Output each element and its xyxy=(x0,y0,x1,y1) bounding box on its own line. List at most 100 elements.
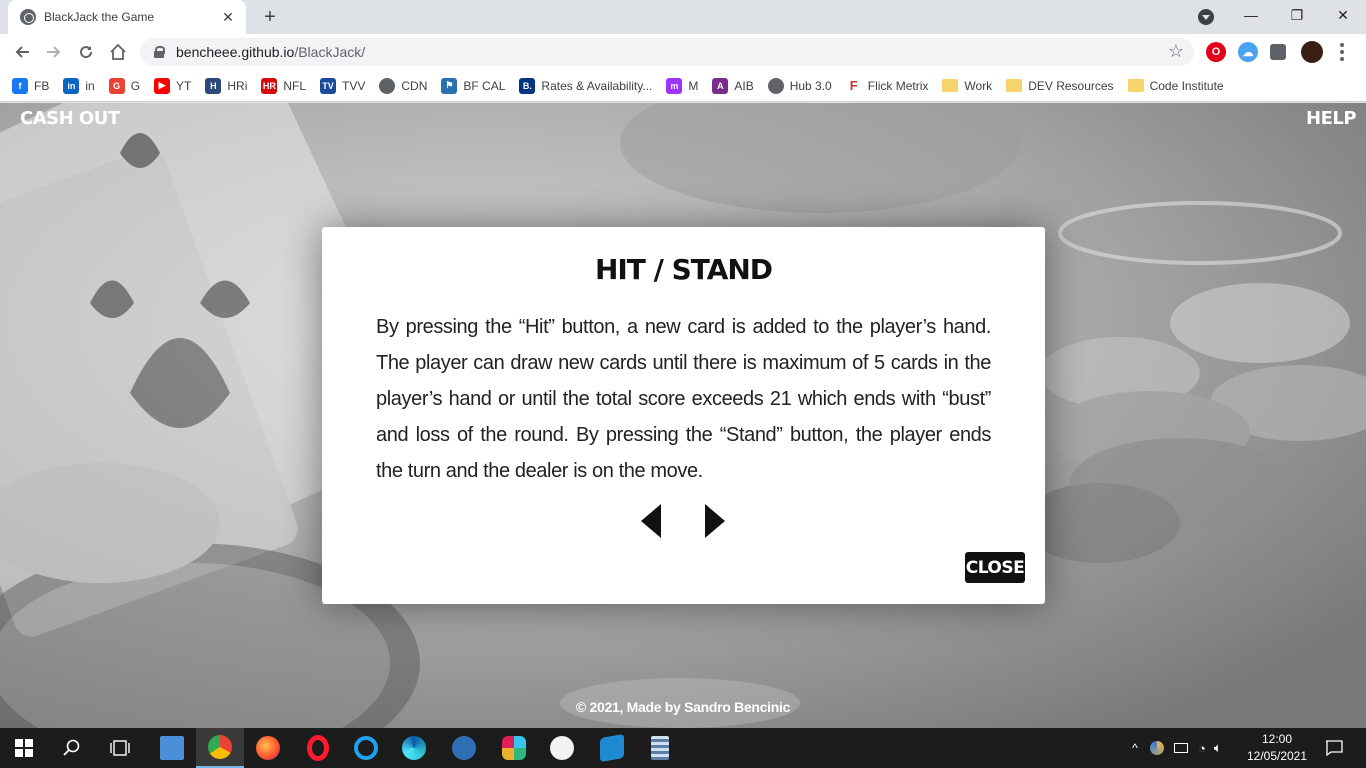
url-path: /BlackJack/ xyxy=(294,44,366,60)
tab-close-icon[interactable]: ✕ xyxy=(220,9,236,26)
taskbar-app-calculator[interactable] xyxy=(636,728,684,768)
slack-icon xyxy=(502,736,526,760)
bookmark-item[interactable]: mM xyxy=(666,77,698,94)
taskbar-app-vscode[interactable] xyxy=(588,728,636,768)
wifi-icon[interactable]: ◔ xyxy=(1198,741,1206,756)
bookmark-label: HRi xyxy=(227,78,248,93)
system-tray: ^ ◔ 🔈︎ xyxy=(1126,728,1222,768)
bookmark-label: Work xyxy=(964,78,993,93)
bookmark-label: BF CAL xyxy=(463,78,506,93)
footer-credit: © 2021, Made by Sandro Bencinic xyxy=(575,699,791,715)
bookmark-item[interactable]: Hub 3.0 xyxy=(767,77,832,94)
taskbar-search-button[interactable] xyxy=(48,728,96,768)
taskbar-app-slack[interactable] xyxy=(490,728,538,768)
lock-icon xyxy=(154,46,165,58)
bookmark-label: YT xyxy=(176,78,192,93)
url-host: bencheee.github.io xyxy=(176,44,295,60)
file-explorer-icon xyxy=(160,736,184,760)
opera-extension-icon[interactable]: O xyxy=(1206,42,1226,62)
taskbar-app-chrome[interactable] xyxy=(196,728,244,768)
address-bar[interactable]: bencheee.github.io /BlackJack/ ☆ xyxy=(140,38,1194,66)
tab-strip: BlackJack the Game ✕ + — ❐ ✕ xyxy=(0,0,1366,34)
modal-close-button[interactable]: CLOSE xyxy=(965,552,1025,583)
bookmark-label: Hub 3.0 xyxy=(789,78,832,93)
bookmark-item[interactable]: TV TVV xyxy=(320,77,365,94)
taskbar-app-opera[interactable] xyxy=(294,728,342,768)
opera-icon xyxy=(307,735,329,761)
forward-button[interactable] xyxy=(42,40,66,64)
tab-search-icon[interactable] xyxy=(1198,9,1214,25)
bookmark-star-icon[interactable]: ☆ xyxy=(1168,41,1184,62)
windows-taskbar: ^ ◔ 🔈︎ 12:00 12/05/2021 xyxy=(0,728,1366,768)
back-arrow-icon xyxy=(15,46,29,58)
taskbar-app-firefox[interactable] xyxy=(244,728,292,768)
bookmark-item[interactable]: A AIB xyxy=(712,77,754,94)
modal-body-text: By pressing the “Hit” button, a new card… xyxy=(376,316,991,482)
start-button[interactable] xyxy=(0,728,48,768)
bookmark-item[interactable]: B. Rates & Availability... xyxy=(519,77,652,94)
modal-title: HIT / STAND xyxy=(594,253,773,286)
task-view-button[interactable] xyxy=(96,728,144,768)
hri-icon: H xyxy=(205,77,222,94)
tab-title: BlackJack the Game xyxy=(44,10,155,24)
globe-icon xyxy=(379,77,396,94)
bookmark-item[interactable]: F Flick Metrix xyxy=(845,77,929,94)
cloud-extension-icon[interactable]: ☁ xyxy=(1238,42,1258,62)
next-page-arrow-icon[interactable] xyxy=(703,502,727,540)
nfl-icon: HR xyxy=(261,77,278,94)
cash-out-link[interactable]: CASH OUT xyxy=(20,108,120,129)
home-icon xyxy=(110,43,126,60)
clock-date: 12/05/2021 xyxy=(1246,749,1308,763)
taskbar-app-explorer[interactable] xyxy=(148,728,196,768)
smiley-icon xyxy=(550,736,574,760)
bookmark-item[interactable]: CDN xyxy=(379,77,428,94)
bookmark-item[interactable]: Code Institute xyxy=(1127,78,1224,93)
bookmark-label: AIB xyxy=(734,78,754,93)
taskbar-app-ie[interactable] xyxy=(342,728,390,768)
back-button[interactable] xyxy=(10,40,34,64)
browser-tab[interactable]: BlackJack the Game ✕ xyxy=(8,0,246,34)
new-tab-button[interactable]: + xyxy=(258,6,282,28)
bookmark-item[interactable]: ⚑ BF CAL xyxy=(441,77,506,94)
previous-page-arrow-icon[interactable] xyxy=(639,502,663,540)
notifications-button[interactable] xyxy=(1310,728,1358,768)
bookmark-label: CDN xyxy=(401,78,428,93)
help-link[interactable]: HELP xyxy=(1306,108,1357,129)
taskbar-app-pinned[interactable] xyxy=(440,728,488,768)
taskbar-app-edge[interactable] xyxy=(390,728,438,768)
bookmark-item[interactable]: HR NFL xyxy=(261,77,306,94)
bookmark-item[interactable]: f FB xyxy=(12,77,49,94)
home-button[interactable] xyxy=(106,40,130,64)
bookmark-item[interactable]: Work xyxy=(942,79,992,93)
tvv-icon: TV xyxy=(320,77,337,94)
battery-icon[interactable] xyxy=(1174,743,1188,753)
bookmark-label: G xyxy=(130,78,141,93)
aib-icon: A xyxy=(712,77,729,94)
bookmark-label: Code Institute xyxy=(1149,78,1224,93)
taskbar-app-smiley[interactable] xyxy=(538,728,586,768)
internet-explorer-icon xyxy=(354,736,378,760)
chrome-icon xyxy=(208,735,232,759)
browser-menu-icon[interactable] xyxy=(1336,40,1348,64)
youtube-icon: ▶ xyxy=(154,77,171,94)
task-view-icon xyxy=(110,740,130,756)
messenger-icon: m xyxy=(666,77,683,94)
bookmark-item[interactable]: H HRi xyxy=(205,77,248,94)
reload-icon xyxy=(80,46,93,59)
close-window-button[interactable]: ✕ xyxy=(1320,0,1366,30)
extensions-puzzle-icon[interactable] xyxy=(1270,44,1286,60)
volume-icon[interactable]: 🔈︎ xyxy=(1214,740,1222,756)
profile-avatar[interactable] xyxy=(1301,41,1323,63)
bookmark-item[interactable]: DEV Resources xyxy=(1006,79,1114,93)
restore-button[interactable]: ❐ xyxy=(1274,0,1320,30)
bookmark-label: Flick Metrix xyxy=(867,78,929,93)
bookmark-item[interactable]: in in xyxy=(63,77,95,94)
reload-button[interactable] xyxy=(74,40,98,64)
bookmark-item[interactable]: ▶ YT xyxy=(154,77,192,94)
system-clock[interactable]: 12:00 12/05/2021 xyxy=(1244,731,1310,765)
tray-app-icon[interactable] xyxy=(1150,741,1164,755)
show-hidden-icons-icon[interactable]: ^ xyxy=(1126,741,1144,755)
bookmark-item[interactable]: GG xyxy=(108,77,141,94)
minimize-button[interactable]: — xyxy=(1228,0,1274,30)
browser-toolbar: bencheee.github.io /BlackJack/ ☆ O ☁ xyxy=(0,34,1366,70)
